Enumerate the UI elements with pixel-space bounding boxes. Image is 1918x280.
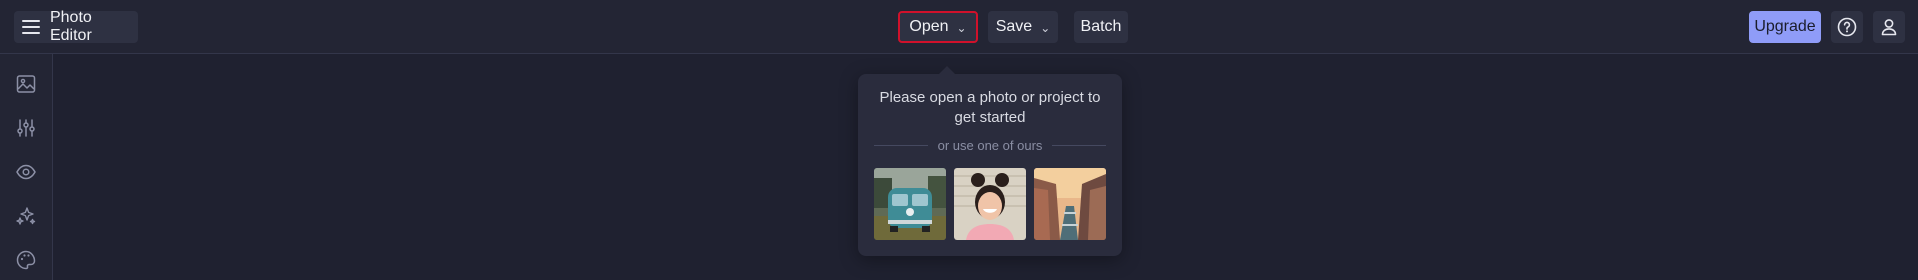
sample-photo-canal-city[interactable]: [1034, 168, 1106, 240]
user-button[interactable]: [1873, 11, 1905, 43]
save-button-label: Save: [995, 18, 1033, 35]
sample-photos: [874, 168, 1106, 240]
app-title: Photo Editor: [49, 9, 92, 44]
adjustments-sliders-icon: [17, 119, 35, 137]
divider-right: [1052, 145, 1107, 146]
save-button[interactable]: Save ⌄: [988, 11, 1058, 43]
upgrade-button-label: Upgrade: [1754, 18, 1816, 35]
user-icon: [1881, 19, 1897, 36]
sample-photo-vw-van[interactable]: [874, 168, 946, 240]
separator: or use one of ours: [874, 138, 1107, 153]
question-circle-icon: [1837, 17, 1857, 37]
left-sidebar: [0, 54, 53, 280]
menu-button[interactable]: Photo Editor: [14, 9, 138, 44]
sidebar-item-adjust[interactable]: [14, 116, 38, 140]
top-toolbar: Photo Editor Open ⌄ Save ⌄ Batch Upgrade: [0, 0, 1918, 54]
open-photo-popup: Please open a photo or project to get st…: [858, 66, 1122, 256]
open-button[interactable]: Open ⌄: [898, 11, 978, 43]
upgrade-button[interactable]: Upgrade: [1749, 11, 1821, 43]
hamburger-menu-icon: [22, 20, 40, 34]
popup-message: Please open a photo or project to get st…: [879, 89, 1101, 126]
palette-icon: [16, 250, 36, 270]
sidebar-item-effects[interactable]: [14, 204, 38, 228]
sidebar-item-image[interactable]: [14, 72, 38, 96]
divider-left: [874, 145, 928, 146]
help-button[interactable]: [1831, 11, 1863, 43]
sample-photo-smiling-woman[interactable]: [954, 168, 1026, 240]
eye-icon: [16, 164, 36, 180]
batch-button[interactable]: Batch: [1074, 11, 1128, 43]
chevron-down-icon: ⌄: [1040, 21, 1051, 35]
batch-button-label: Batch: [1080, 18, 1122, 35]
separator-text: or use one of ours: [937, 138, 1043, 153]
sparkles-effects-icon: [16, 207, 36, 225]
image-icon: [16, 75, 36, 93]
sidebar-item-paint[interactable]: [14, 248, 38, 272]
open-button-label: Open: [909, 18, 949, 35]
chevron-down-icon: ⌄: [956, 21, 967, 35]
sidebar-item-view[interactable]: [14, 160, 38, 184]
